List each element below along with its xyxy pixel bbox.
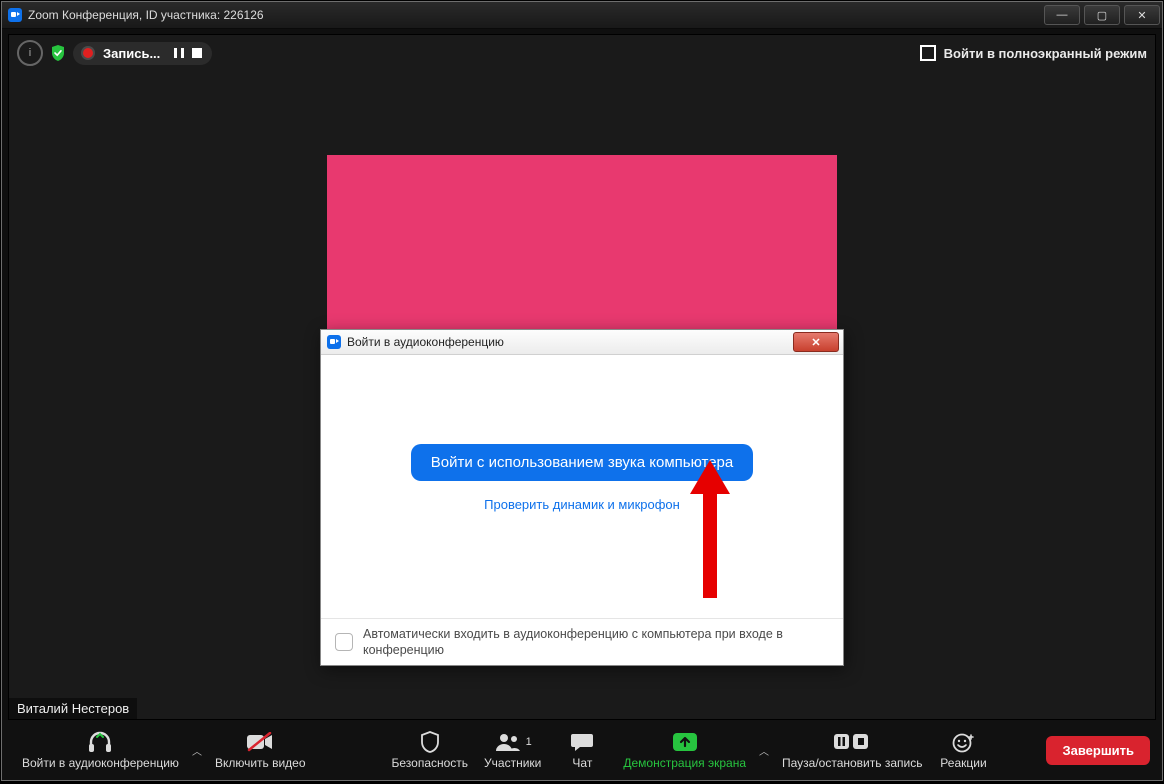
- join-computer-audio-label: Войти с использованием звука компьютера: [431, 454, 733, 471]
- meeting-top-toolbar: i Запись... Войти в полноэкранный режим: [9, 35, 1155, 71]
- reactions-button[interactable]: Реакции: [930, 726, 996, 774]
- start-video-button[interactable]: Включить видео: [207, 726, 314, 774]
- participants-button[interactable]: 1 Участники: [476, 726, 549, 774]
- end-meeting-button[interactable]: Завершить: [1046, 736, 1150, 765]
- join-audio-dialog: Войти в аудиоконференцию ✕ Войти с испол…: [320, 329, 844, 666]
- audio-options-chevron[interactable]: ︿: [187, 740, 207, 760]
- recording-dot-icon: [83, 48, 93, 58]
- pause-stop-recording-button[interactable]: Пауза/остановить запись: [774, 726, 930, 774]
- dialog-body: Войти с использованием звука компьютера …: [321, 354, 843, 619]
- window-close-button[interactable]: ✕: [1124, 5, 1160, 25]
- recording-label: Запись...: [103, 46, 160, 61]
- window-minimize-button[interactable]: —: [1044, 5, 1080, 25]
- video-off-icon: [246, 730, 274, 754]
- fullscreen-label: Войти в полноэкранный режим: [944, 46, 1147, 61]
- join-computer-audio-button[interactable]: Войти с использованием звука компьютера: [411, 444, 753, 481]
- dialog-close-button[interactable]: ✕: [793, 332, 839, 352]
- reactions-label: Реакции: [940, 756, 986, 770]
- security-button[interactable]: Безопасность: [384, 726, 477, 774]
- enter-fullscreen-button[interactable]: Войти в полноэкранный режим: [920, 45, 1147, 61]
- meeting-info-button[interactable]: i: [17, 40, 43, 66]
- share-screen-button[interactable]: Демонстрация экрана: [615, 726, 754, 774]
- test-speaker-mic-label: Проверить динамик и микрофон: [484, 497, 680, 512]
- test-speaker-mic-link[interactable]: Проверить динамик и микрофон: [484, 497, 680, 512]
- chat-icon: [570, 730, 594, 754]
- dialog-footer: Автоматически входить в аудиоконференцию…: [321, 618, 843, 665]
- dialog-title: Войти в аудиоконференцию: [347, 335, 504, 349]
- pause-stop-recording-label: Пауза/остановить запись: [782, 756, 922, 770]
- auto-join-audio-label: Автоматически входить в аудиоконференцию…: [363, 626, 829, 659]
- security-label: Безопасность: [392, 756, 469, 770]
- window-maximize-button[interactable]: ▢: [1084, 5, 1120, 25]
- participants-count-badge: 1: [526, 736, 532, 748]
- pause-stop-icon: [832, 730, 872, 754]
- auto-join-audio-checkbox[interactable]: [335, 633, 353, 651]
- recording-indicator: Запись...: [73, 42, 212, 65]
- participants-label: Участники: [484, 756, 541, 770]
- fullscreen-icon: [920, 45, 936, 61]
- end-meeting-label: Завершить: [1062, 743, 1134, 758]
- join-audio-button[interactable]: Войти в аудиоконференцию: [14, 726, 187, 774]
- zoom-dialog-icon: [327, 335, 341, 349]
- recording-stop-button[interactable]: [192, 48, 202, 58]
- recording-pause-button[interactable]: [174, 48, 184, 58]
- start-video-label: Включить видео: [215, 756, 306, 770]
- chat-button[interactable]: Чат: [549, 726, 615, 774]
- window-title: Zoom Конференция, ID участника: 226126: [28, 8, 264, 22]
- app-window: Zoom Конференция, ID участника: 226126 —…: [1, 1, 1163, 781]
- zoom-app-icon: [8, 8, 22, 22]
- join-audio-label: Войти в аудиоконференцию: [22, 756, 179, 770]
- share-options-chevron[interactable]: ︿: [754, 740, 774, 760]
- meeting-controls-bar: Войти в аудиоконференцию ︿ Включить виде…: [2, 720, 1162, 780]
- participants-icon: 1: [494, 730, 532, 754]
- chat-label: Чат: [572, 756, 592, 770]
- share-screen-icon: [672, 730, 698, 754]
- window-titlebar: Zoom Конференция, ID участника: 226126 —…: [2, 2, 1162, 29]
- dialog-titlebar: Войти в аудиоконференцию ✕: [321, 330, 843, 355]
- security-shield-icon: [420, 730, 440, 754]
- encryption-shield-icon[interactable]: [51, 45, 65, 61]
- share-screen-label: Демонстрация экрана: [623, 756, 746, 770]
- window-controls: — ▢ ✕: [1042, 5, 1162, 25]
- reactions-icon: [951, 730, 975, 754]
- headphones-icon: [87, 730, 113, 754]
- participant-name-tag: Виталий Нестеров: [9, 698, 137, 719]
